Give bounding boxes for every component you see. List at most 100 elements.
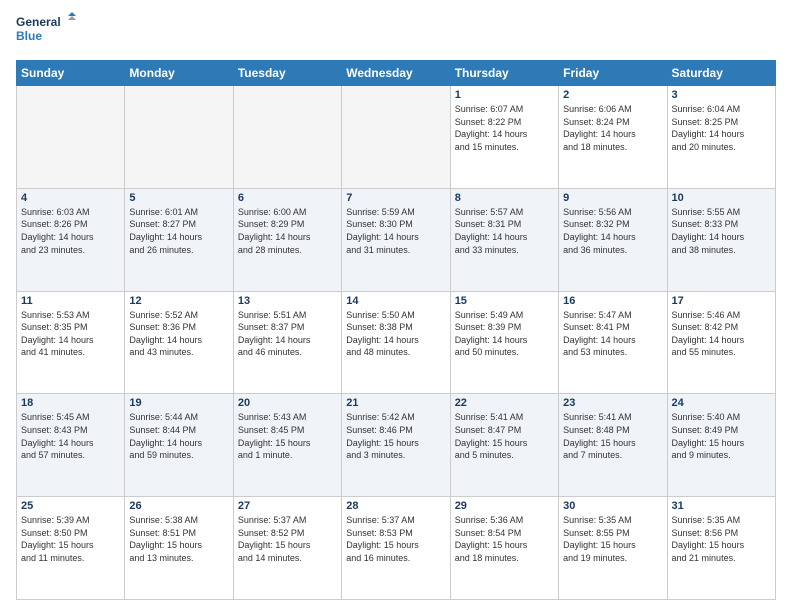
calendar-cell: 22Sunrise: 5:41 AM Sunset: 8:47 PM Dayli…	[450, 394, 558, 497]
day-info: Sunrise: 5:36 AM Sunset: 8:54 PM Dayligh…	[455, 514, 554, 564]
day-info: Sunrise: 5:51 AM Sunset: 8:37 PM Dayligh…	[238, 309, 337, 359]
day-number: 27	[238, 500, 337, 512]
calendar-header-row: SundayMondayTuesdayWednesdayThursdayFrid…	[17, 61, 776, 86]
calendar-cell: 18 Sunrise: 5:45 AM Sunset: 8:43 PM Dayli…	[17, 394, 125, 497]
calendar-week-3: 11 Sunrise: 5:53 AM Sunset: 8:35 PM Dayli…	[17, 291, 776, 394]
svg-text:Blue: Blue	[16, 29, 42, 43]
day-number: 1	[455, 89, 554, 101]
day-info: Sunrise: 6:06 AM Sunset: 8:24 PM Dayligh…	[563, 103, 662, 153]
day-info: Sunrise: 5:37 AM Sunset: 8:52 PM Dayligh…	[238, 514, 337, 564]
calendar-cell: 9 Sunrise: 5:56 AM Sunset: 8:32 PM Daylig…	[559, 188, 667, 291]
day-number: 18	[21, 397, 120, 409]
calendar-cell: 27 Sunrise: 5:37 AM Sunset: 8:52 PM Dayli…	[233, 497, 341, 600]
day-number: 29	[455, 500, 554, 512]
day-info: Sunrise: 6:01 AM Sunset: 8:27 PM Dayligh…	[129, 206, 228, 256]
day-info: Sunrise: 5:49 AM Sunset: 8:39 PM Dayligh…	[455, 309, 554, 359]
day-info: Sunrise: 5:47 AM Sunset: 8:41 PM Dayligh…	[563, 309, 662, 359]
day-number: 6	[238, 192, 337, 204]
calendar-cell: 13 Sunrise: 5:51 AM Sunset: 8:37 PM Dayli…	[233, 291, 341, 394]
calendar-cell: 26 Sunrise: 5:38 AM Sunset: 8:51 PM Dayli…	[125, 497, 233, 600]
calendar-cell: 28 Sunrise: 5:37 AM Sunset: 8:53 PM Dayli…	[342, 497, 450, 600]
day-info: Sunrise: 5:53 AM Sunset: 8:35 PM Dayligh…	[21, 309, 120, 359]
calendar-header-monday: Monday	[125, 61, 233, 86]
day-info: Sunrise: 5:44 AM Sunset: 8:44 PM Dayligh…	[129, 411, 228, 461]
day-number: 15	[455, 295, 554, 307]
day-number: 5	[129, 192, 228, 204]
day-info: Sunrise: 5:40 AM Sunset: 8:49 PM Dayligh…	[672, 411, 771, 461]
calendar-cell: 8Sunrise: 5:57 AM Sunset: 8:31 PM Daylig…	[450, 188, 558, 291]
calendar-cell: 14 Sunrise: 5:50 AM Sunset: 8:38 PM Dayli…	[342, 291, 450, 394]
day-info: Sunrise: 5:45 AM Sunset: 8:43 PM Dayligh…	[21, 411, 120, 461]
calendar-cell: 1 Sunrise: 6:07 AM Sunset: 8:22 PM Daylig…	[450, 86, 558, 189]
day-info: Sunrise: 5:43 AM Sunset: 8:45 PM Dayligh…	[238, 411, 337, 461]
day-info: Sunrise: 5:56 AM Sunset: 8:32 PM Dayligh…	[563, 206, 662, 256]
calendar-cell: 11 Sunrise: 5:53 AM Sunset: 8:35 PM Dayli…	[17, 291, 125, 394]
calendar-header-wednesday: Wednesday	[342, 61, 450, 86]
calendar-table: SundayMondayTuesdayWednesdayThursdayFrid…	[16, 60, 776, 600]
calendar-week-4: 18 Sunrise: 5:45 AM Sunset: 8:43 PM Dayli…	[17, 394, 776, 497]
calendar-header-tuesday: Tuesday	[233, 61, 341, 86]
day-info: Sunrise: 5:39 AM Sunset: 8:50 PM Dayligh…	[21, 514, 120, 564]
day-number: 10	[672, 192, 771, 204]
calendar-cell: 31Sunrise: 5:35 AM Sunset: 8:56 PM Dayli…	[667, 497, 775, 600]
calendar-header-saturday: Saturday	[667, 61, 775, 86]
day-info: Sunrise: 5:42 AM Sunset: 8:46 PM Dayligh…	[346, 411, 445, 461]
calendar-cell: 25 Sunrise: 5:39 AM Sunset: 8:50 PM Dayli…	[17, 497, 125, 600]
calendar-cell: 4Sunrise: 6:03 AM Sunset: 8:26 PM Daylig…	[17, 188, 125, 291]
calendar-cell	[125, 86, 233, 189]
day-info: Sunrise: 5:37 AM Sunset: 8:53 PM Dayligh…	[346, 514, 445, 564]
day-number: 23	[563, 397, 662, 409]
day-info: Sunrise: 5:52 AM Sunset: 8:36 PM Dayligh…	[129, 309, 228, 359]
calendar-week-2: 4Sunrise: 6:03 AM Sunset: 8:26 PM Daylig…	[17, 188, 776, 291]
day-number: 22	[455, 397, 554, 409]
calendar-cell: 21 Sunrise: 5:42 AM Sunset: 8:46 PM Dayli…	[342, 394, 450, 497]
day-info: Sunrise: 5:57 AM Sunset: 8:31 PM Dayligh…	[455, 206, 554, 256]
calendar-week-5: 25 Sunrise: 5:39 AM Sunset: 8:50 PM Dayli…	[17, 497, 776, 600]
day-number: 17	[672, 295, 771, 307]
day-number: 9	[563, 192, 662, 204]
calendar-cell: 7 Sunrise: 5:59 AM Sunset: 8:30 PM Daylig…	[342, 188, 450, 291]
calendar-cell	[17, 86, 125, 189]
day-number: 28	[346, 500, 445, 512]
day-number: 7	[346, 192, 445, 204]
day-info: Sunrise: 5:41 AM Sunset: 8:48 PM Dayligh…	[563, 411, 662, 461]
day-number: 13	[238, 295, 337, 307]
calendar-cell	[342, 86, 450, 189]
day-number: 21	[346, 397, 445, 409]
day-number: 30	[563, 500, 662, 512]
day-info: Sunrise: 5:38 AM Sunset: 8:51 PM Dayligh…	[129, 514, 228, 564]
calendar-cell: 17 Sunrise: 5:46 AM Sunset: 8:42 PM Dayli…	[667, 291, 775, 394]
day-number: 12	[129, 295, 228, 307]
header: General Blue	[16, 12, 776, 52]
day-number: 26	[129, 500, 228, 512]
day-info: Sunrise: 5:46 AM Sunset: 8:42 PM Dayligh…	[672, 309, 771, 359]
day-info: Sunrise: 5:59 AM Sunset: 8:30 PM Dayligh…	[346, 206, 445, 256]
day-number: 11	[21, 295, 120, 307]
day-info: Sunrise: 6:00 AM Sunset: 8:29 PM Dayligh…	[238, 206, 337, 256]
calendar-cell: 23 Sunrise: 5:41 AM Sunset: 8:48 PM Dayli…	[559, 394, 667, 497]
calendar-cell: 3Sunrise: 6:04 AM Sunset: 8:25 PM Daylig…	[667, 86, 775, 189]
day-number: 19	[129, 397, 228, 409]
calendar-cell: 10Sunrise: 5:55 AM Sunset: 8:33 PM Dayli…	[667, 188, 775, 291]
calendar-cell: 30Sunrise: 5:35 AM Sunset: 8:55 PM Dayli…	[559, 497, 667, 600]
calendar-header-friday: Friday	[559, 61, 667, 86]
day-number: 3	[672, 89, 771, 101]
calendar-header-thursday: Thursday	[450, 61, 558, 86]
calendar-cell: 24 Sunrise: 5:40 AM Sunset: 8:49 PM Dayli…	[667, 394, 775, 497]
calendar-cell: 6 Sunrise: 6:00 AM Sunset: 8:29 PM Daylig…	[233, 188, 341, 291]
calendar-cell: 5 Sunrise: 6:01 AM Sunset: 8:27 PM Daylig…	[125, 188, 233, 291]
day-info: Sunrise: 6:07 AM Sunset: 8:22 PM Dayligh…	[455, 103, 554, 153]
day-number: 31	[672, 500, 771, 512]
day-number: 25	[21, 500, 120, 512]
day-info: Sunrise: 5:50 AM Sunset: 8:38 PM Dayligh…	[346, 309, 445, 359]
calendar-cell: 29 Sunrise: 5:36 AM Sunset: 8:54 PM Dayli…	[450, 497, 558, 600]
day-number: 16	[563, 295, 662, 307]
logo-svg: General Blue	[16, 12, 76, 52]
day-number: 4	[21, 192, 120, 204]
calendar-cell: 15 Sunrise: 5:49 AM Sunset: 8:39 PM Dayli…	[450, 291, 558, 394]
calendar-cell	[233, 86, 341, 189]
calendar-cell: 16 Sunrise: 5:47 AM Sunset: 8:41 PM Dayli…	[559, 291, 667, 394]
logo: General Blue	[16, 12, 76, 52]
day-number: 14	[346, 295, 445, 307]
day-number: 24	[672, 397, 771, 409]
